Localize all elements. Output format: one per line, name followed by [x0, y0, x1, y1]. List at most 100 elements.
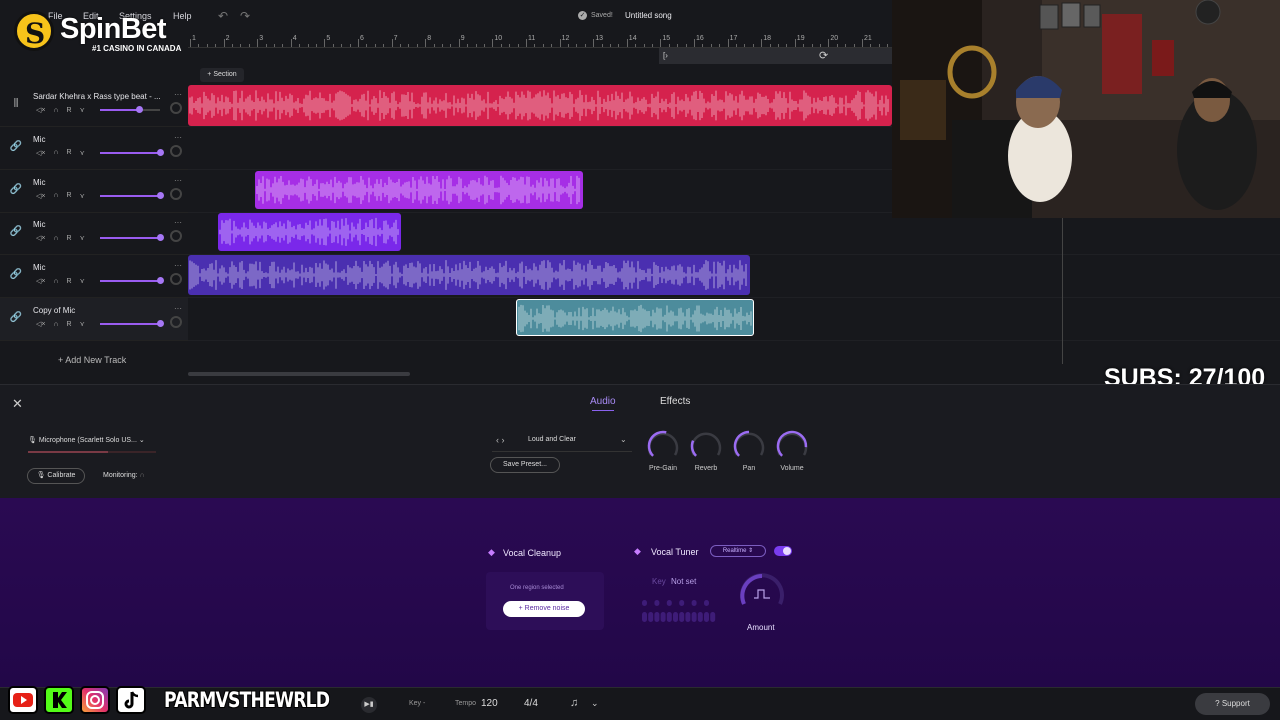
- tuner-key-value[interactable]: Not set: [671, 577, 696, 586]
- audio-clip[interactable]: [188, 85, 892, 126]
- track-header[interactable]: 🔗 Mic ··· ◁× ∩ R ⋎: [0, 212, 188, 256]
- pan-knob[interactable]: [170, 316, 182, 328]
- headphones-icon[interactable]: ∩: [53, 321, 58, 328]
- microphone-select[interactable]: 🎙 Microphone (Scarlett Solo US... ⌄: [28, 436, 145, 444]
- mute-icon[interactable]: ◁×: [36, 106, 45, 114]
- effect-knob[interactable]: [646, 429, 680, 463]
- headphones-icon[interactable]: ∩: [53, 149, 58, 156]
- redo-icon[interactable]: ↷: [240, 9, 250, 23]
- remove-noise-button[interactable]: + Remove noise: [503, 601, 585, 617]
- pan-knob[interactable]: [170, 144, 182, 157]
- track-name[interactable]: Copy of Mic: [33, 306, 173, 315]
- audio-clip[interactable]: [218, 213, 401, 252]
- track-header[interactable]: 🔗 Mic ··· ◁× ∩ R ⋎: [0, 255, 188, 299]
- add-new-track-button[interactable]: + Add New Track: [58, 355, 126, 365]
- track-header[interactable]: 🔗 Copy of Mic ··· ◁× ∩ R ⋎: [0, 298, 188, 341]
- track-menu-icon[interactable]: ···: [174, 261, 182, 270]
- close-panel-icon[interactable]: ✕: [12, 396, 23, 412]
- headphones-icon[interactable]: ∩: [140, 472, 145, 479]
- link-icon[interactable]: 🔗: [8, 182, 24, 198]
- pan-knob[interactable]: [170, 187, 182, 200]
- track-menu-icon[interactable]: ···: [174, 176, 182, 185]
- track-header[interactable]: 🔗 Mic ··· ◁× ∩ R ⋎: [0, 127, 188, 170]
- link-icon[interactable]: 🔗: [8, 267, 24, 283]
- preset-select[interactable]: Loud and Clear: [528, 436, 576, 443]
- timeline-ruler[interactable]: 1 2 3 4 5 6 7 8 9 10 11 12 13 14 15 16 17 18 19 20 21: [188, 34, 892, 48]
- headphones-icon[interactable]: ∩: [53, 107, 58, 114]
- track-name[interactable]: Mic: [33, 135, 173, 144]
- amount-knob[interactable]: [736, 570, 788, 614]
- audio-clip[interactable]: [188, 255, 750, 296]
- volume-slider[interactable]: [100, 234, 164, 242]
- automation-icon[interactable]: ⋎: [80, 192, 85, 200]
- headphones-icon[interactable]: ∩: [53, 192, 58, 199]
- mute-icon[interactable]: ◁×: [36, 320, 45, 328]
- mute-icon[interactable]: ◁×: [36, 149, 45, 157]
- automation-icon[interactable]: ⋎: [80, 234, 85, 242]
- track-name[interactable]: Mic: [33, 178, 173, 187]
- volume-slider[interactable]: [100, 191, 164, 199]
- automation-icon[interactable]: ⋎: [80, 320, 85, 328]
- link-icon[interactable]: 🔗: [8, 139, 24, 155]
- record-arm-button[interactable]: R: [67, 235, 72, 242]
- key-display[interactable]: Key -: [409, 700, 425, 707]
- song-title[interactable]: Untitled song: [625, 11, 672, 20]
- track-name[interactable]: Sardar Khehra x Rass type beat - ...: [33, 92, 173, 101]
- automation-icon[interactable]: ⋎: [80, 149, 85, 157]
- track-header[interactable]: 🔗 Mic ··· ◁× ∩ R ⋎: [0, 170, 188, 213]
- loop-toggle-icon[interactable]: ⟳: [819, 49, 828, 62]
- effect-knob[interactable]: [732, 429, 766, 463]
- mute-icon[interactable]: ◁×: [36, 192, 45, 200]
- track-menu-icon[interactable]: ···: [174, 133, 182, 142]
- headphones-icon[interactable]: ∩: [53, 235, 58, 242]
- track-name[interactable]: Mic: [33, 263, 173, 272]
- mute-icon[interactable]: ◁×: [36, 277, 45, 285]
- add-section-button[interactable]: + Section: [200, 68, 244, 82]
- loop-region[interactable]: [› ⟳: [659, 48, 892, 64]
- record-arm-button[interactable]: R: [67, 192, 72, 199]
- link-icon[interactable]: 🔗: [8, 310, 24, 326]
- record-arm-button[interactable]: R: [67, 149, 72, 156]
- pan-knob[interactable]: [170, 273, 182, 286]
- record-arm-button[interactable]: R: [67, 321, 72, 328]
- loop-start-icon[interactable]: [›: [663, 51, 668, 60]
- automation-icon[interactable]: ⋎: [80, 106, 85, 114]
- track-header[interactable]: ⫼ Sardar Khehra x Rass type beat - ... ···…: [0, 84, 188, 127]
- volume-slider[interactable]: [100, 148, 164, 156]
- track-lane[interactable]: [188, 212, 1280, 256]
- chevron-down-icon[interactable]: ⌄: [591, 698, 599, 709]
- effect-knob[interactable]: [775, 429, 809, 463]
- track-name[interactable]: Mic: [33, 220, 173, 229]
- volume-slider[interactable]: [100, 320, 164, 327]
- audio-clip[interactable]: [516, 299, 754, 336]
- track-menu-icon[interactable]: ···: [174, 218, 182, 227]
- track-lane[interactable]: [188, 298, 1280, 341]
- track-lane[interactable]: [188, 255, 1280, 299]
- track-menu-icon[interactable]: ···: [174, 304, 182, 313]
- track-menu-icon[interactable]: ···: [174, 90, 182, 99]
- horizontal-scrollbar[interactable]: [188, 372, 410, 376]
- volume-slider[interactable]: [100, 106, 160, 113]
- audio-clip[interactable]: [255, 170, 583, 209]
- tab-audio[interactable]: Audio: [590, 396, 616, 407]
- undo-icon[interactable]: ↶: [218, 9, 228, 23]
- record-arm-button[interactable]: R: [67, 278, 72, 285]
- calibrate-button[interactable]: 🎙 Calibrate: [27, 468, 85, 484]
- metronome-icon[interactable]: ♫: [570, 697, 578, 709]
- save-preset-button[interactable]: Save Preset...: [490, 457, 560, 473]
- support-button[interactable]: ? Support: [1195, 693, 1270, 715]
- chevron-down-icon[interactable]: ⌄: [620, 435, 627, 444]
- mute-icon[interactable]: ◁×: [36, 234, 45, 242]
- tab-effects[interactable]: Effects: [660, 396, 690, 407]
- pan-knob[interactable]: [170, 102, 182, 114]
- link-icon[interactable]: 🔗: [8, 224, 24, 240]
- preset-nav-arrows[interactable]: ‹ ›: [496, 435, 505, 445]
- pan-knob[interactable]: [170, 230, 182, 243]
- volume-slider[interactable]: [100, 277, 164, 285]
- record-arm-button[interactable]: R: [67, 107, 72, 114]
- tuner-mode-select[interactable]: Realtime ⇕: [710, 545, 766, 557]
- effect-knob[interactable]: [689, 429, 723, 463]
- time-signature[interactable]: 4/4: [524, 698, 538, 709]
- vocal-tuner-toggle[interactable]: [774, 546, 792, 556]
- monitoring-toggle[interactable]: Monitoring: ∩: [103, 472, 145, 479]
